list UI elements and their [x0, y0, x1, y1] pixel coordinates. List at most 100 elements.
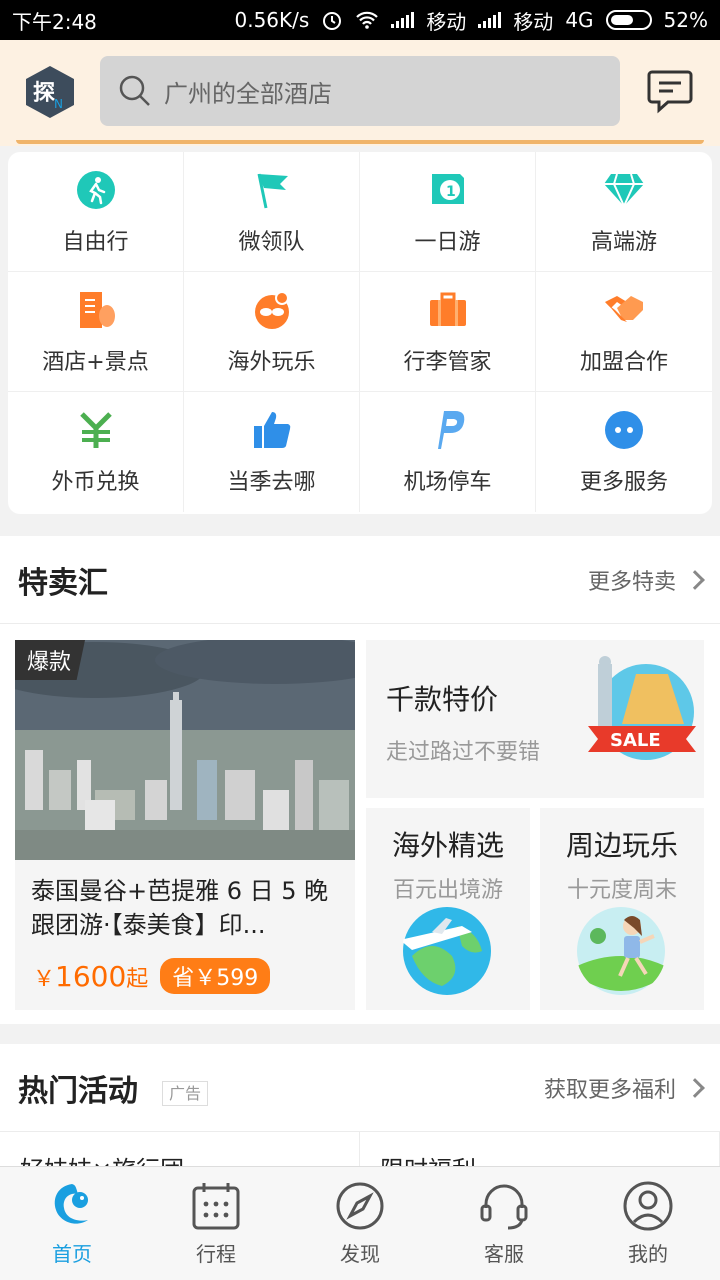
- service-label: 机场停车: [403, 470, 492, 495]
- service-label: 自由行: [62, 229, 129, 255]
- service-label: 更多服务: [579, 470, 668, 495]
- deal-card[interactable]: 爆款 泰国曼谷+芭提雅 6 日 5 晚跟团游·【泰美食】印... ￥1600起 …: [15, 640, 355, 1010]
- dolphin-icon: [54, 1184, 88, 1224]
- header-divider: [16, 140, 704, 144]
- promo-overseas[interactable]: 海外精选 百元出境游: [366, 808, 530, 1010]
- hotel-icon: [74, 288, 118, 332]
- svg-text:N: N: [54, 97, 63, 111]
- luggage-icon: [426, 288, 470, 332]
- service-premium[interactable]: 高端游: [536, 152, 712, 272]
- more-benefits-label: 获取更多福利: [543, 1077, 676, 1103]
- promo-subtitle: 走过路过不要错: [386, 740, 541, 765]
- more-sales-link[interactable]: 更多特卖: [587, 564, 705, 596]
- calendar-icon: [192, 1183, 240, 1230]
- more-benefits-link[interactable]: 获取更多福利: [543, 1072, 705, 1104]
- hot-header: 热门活动 广告 获取更多福利: [0, 1044, 720, 1132]
- service-label: 微领队: [238, 229, 305, 255]
- airplane-globe-icon: [402, 907, 491, 995]
- chevron-right-icon: [685, 569, 705, 590]
- network-type: 4G: [565, 8, 594, 32]
- signal-icon: [391, 12, 415, 28]
- deal-price: ￥1600起: [33, 959, 149, 993]
- service-overseas-fun[interactable]: 海外玩乐: [184, 272, 360, 392]
- network-speed: 0.56K/s: [234, 8, 310, 32]
- svg-text:1: 1: [446, 184, 456, 200]
- one-day-icon: 1: [426, 168, 470, 212]
- handshake-icon: [602, 288, 646, 332]
- service-label: 行李管家: [403, 349, 492, 375]
- sale-header: 特卖汇 更多特卖: [0, 536, 720, 624]
- service-label: 酒店+景点: [42, 349, 149, 375]
- promo-subtitle: 百元出境游: [392, 878, 503, 903]
- hot-activities-section: 热门活动 广告 获取更多福利 好妹妹×旅行团 限时福利: [0, 1044, 720, 1174]
- tab-itinerary[interactable]: 行程: [144, 1167, 288, 1280]
- walker-icon: [74, 168, 118, 212]
- service-free-travel[interactable]: 自由行: [8, 152, 184, 272]
- tab-label: 客服: [484, 1242, 524, 1266]
- more-icon: [602, 408, 646, 452]
- tab-label: 行程: [196, 1242, 236, 1266]
- save-badge: 省￥599: [160, 958, 271, 994]
- promo-subtitle: 十元度周末: [566, 878, 677, 903]
- diamond-icon: [602, 168, 646, 212]
- section-title: 热门活动 广告: [18, 1066, 209, 1110]
- app-header: 探 N 广州的全部酒店: [0, 40, 720, 146]
- service-label: 加盟合作: [579, 349, 668, 375]
- carrier-2: 移动: [513, 9, 554, 34]
- flag-icon: [250, 168, 294, 212]
- svg-text:探: 探: [33, 80, 55, 106]
- tab-profile[interactable]: 我的: [576, 1167, 720, 1280]
- promo-title: 千款特价: [386, 683, 499, 716]
- compass-icon: [336, 1182, 384, 1230]
- status-bar: 下午2:48 0.56K/s 移动 移动 4G 52%: [0, 0, 720, 40]
- service-label: 外币兑换: [51, 470, 140, 495]
- tab-discover[interactable]: 发现: [288, 1167, 432, 1280]
- tab-label: 我的: [628, 1242, 668, 1266]
- promo-title: 海外精选: [391, 829, 504, 862]
- service-seasonal[interactable]: 当季去哪: [184, 392, 360, 512]
- wifi-icon: [356, 11, 379, 29]
- service-currency[interactable]: 外币兑换: [8, 392, 184, 512]
- svg-text:SALE: SALE: [610, 730, 661, 751]
- hot-tag: 爆款: [15, 640, 86, 680]
- thumb-up-icon: [250, 408, 294, 452]
- promo-title: 周边玩乐: [565, 829, 678, 862]
- sunglasses-icon: [250, 288, 294, 332]
- more-sales-label: 更多特卖: [587, 569, 676, 595]
- girl-running-icon: [577, 907, 665, 995]
- battery-level: 52%: [663, 8, 708, 32]
- deal-photo: 爆款: [15, 640, 355, 860]
- deal-title: 泰国曼谷+芭提雅 6 日 5 晚跟团游·【泰美食】印...: [31, 877, 329, 939]
- service-hotel-spot[interactable]: 酒店+景点: [8, 272, 184, 392]
- search-icon: [119, 75, 150, 106]
- service-luggage[interactable]: 行李管家: [360, 272, 536, 392]
- promo-nearby[interactable]: 周边玩乐 十元度周末: [540, 808, 704, 1010]
- yuan-icon: [74, 408, 118, 452]
- service-partner[interactable]: 加盟合作: [536, 272, 712, 392]
- chevron-right-icon: [685, 1077, 705, 1098]
- deal-price-row: ￥1600起 省￥599: [33, 958, 271, 994]
- tab-service[interactable]: 客服: [432, 1167, 576, 1280]
- tab-label: 发现: [340, 1242, 380, 1266]
- service-one-day[interactable]: 1 一日游: [360, 152, 536, 272]
- message-icon[interactable]: [646, 68, 694, 114]
- sale-badge-icon: SALE: [588, 656, 696, 760]
- service-mini-leader[interactable]: 微领队: [184, 152, 360, 272]
- service-label: 一日游: [414, 229, 481, 255]
- tab-home[interactable]: 首页: [0, 1167, 144, 1280]
- profile-icon: [623, 1181, 673, 1231]
- service-parking[interactable]: 机场停车: [360, 392, 536, 512]
- service-label: 海外玩乐: [227, 349, 316, 375]
- battery-icon: [605, 10, 652, 30]
- alarm-icon: [323, 12, 342, 30]
- service-grid: 自由行 微领队 1 一日游 高端游 酒店+景点 海外玩乐 行李管家 加盟合作 外…: [8, 152, 712, 514]
- headset-icon: [480, 1184, 528, 1230]
- search-placeholder: 广州的全部酒店: [164, 79, 332, 108]
- status-time: 下午2:48: [12, 9, 97, 34]
- signal-icon: [478, 12, 502, 28]
- search-bar[interactable]: 广州的全部酒店: [100, 56, 620, 126]
- carrier-1: 移动: [426, 9, 467, 34]
- service-more[interactable]: 更多服务: [536, 392, 712, 512]
- ctrip-logo[interactable]: 探 N: [24, 64, 76, 120]
- promo-thousand-deals[interactable]: 千款特价 走过路过不要错 SALE: [366, 640, 704, 798]
